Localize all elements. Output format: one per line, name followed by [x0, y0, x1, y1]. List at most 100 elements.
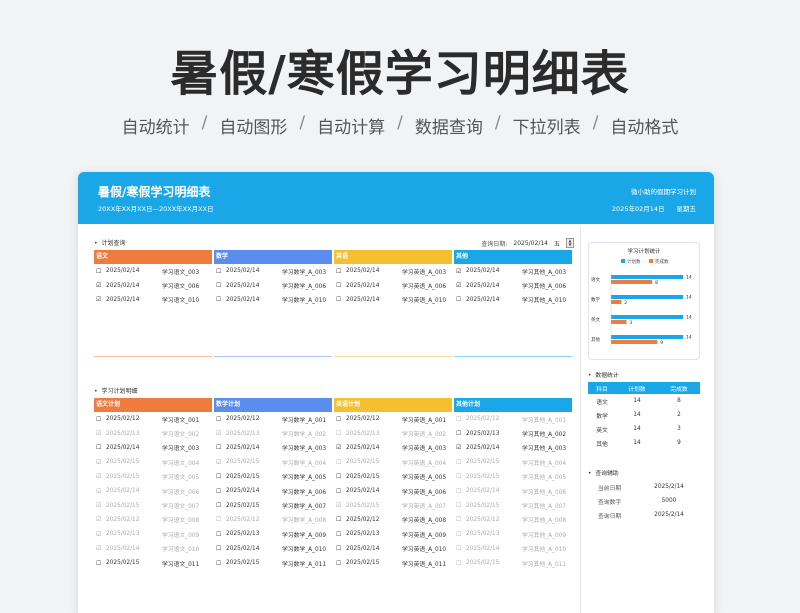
aux-value[interactable]: 5000 [638, 498, 700, 504]
task-checkbox[interactable]: ☐ [454, 459, 464, 466]
feature-separator: / [592, 113, 599, 133]
query-date-label: 查询日期: [481, 240, 508, 248]
task-checkbox[interactable]: ☐ [94, 560, 104, 567]
task-row: ☐ 2025/02/14 学习英语_A_010 [334, 293, 452, 307]
task-row: ☐ 2025/02/14 学习语文_003 [94, 441, 212, 455]
task-checkbox[interactable]: ☑ [94, 430, 104, 437]
task-date: 2025/02/14 [466, 282, 500, 289]
task-row: ☐ 2025/02/14 学习其他_A_010 [454, 293, 572, 307]
task-checkbox[interactable]: ☑ [94, 282, 104, 289]
task-name: 学习语文_003 [162, 446, 200, 453]
task-date: 2025/02/14 [106, 488, 140, 495]
task-checkbox[interactable]: ☐ [454, 545, 464, 552]
task-checkbox[interactable]: ☑ [94, 502, 104, 509]
task-checkbox[interactable]: ☑ [94, 516, 104, 523]
task-checkbox[interactable]: ☐ [94, 444, 104, 451]
task-checkbox[interactable]: ☐ [334, 268, 344, 275]
task-checkbox[interactable]: ☐ [334, 430, 344, 437]
task-checkbox[interactable]: ☐ [214, 296, 224, 303]
task-checkbox[interactable]: ☑ [334, 502, 344, 509]
task-checkbox[interactable]: ☐ [334, 488, 344, 495]
stats-header-cell: 完成数 [657, 382, 700, 394]
task-checkbox[interactable]: ☐ [214, 560, 224, 567]
task-checkbox[interactable]: ☐ [334, 516, 344, 523]
task-checkbox[interactable]: ☐ [334, 282, 344, 289]
task-checkbox[interactable]: ☐ [334, 416, 344, 423]
task-checkbox[interactable]: ☑ [94, 473, 104, 480]
task-checkbox[interactable]: ☑ [94, 545, 104, 552]
task-row: ☐ 2025/02/12 学习数学_A_001 [214, 412, 332, 426]
task-checkbox[interactable]: ☑ [94, 296, 104, 303]
task-checkbox[interactable]: ☐ [94, 268, 104, 275]
task-checkbox[interactable]: ☐ [214, 282, 224, 289]
task-checkbox[interactable]: ☑ [454, 282, 464, 289]
task-checkbox[interactable]: ☐ [334, 531, 344, 538]
task-checkbox[interactable]: ☐ [454, 416, 464, 423]
date-spinner[interactable]: ▲ ▼ [566, 238, 574, 248]
aux-value[interactable]: 2025/2/14 [638, 512, 700, 518]
task-name: 学习其他_A_007 [522, 504, 567, 511]
task-checkbox[interactable]: ☑ [454, 444, 464, 451]
task-checkbox[interactable]: ☐ [454, 430, 464, 437]
task-checkbox[interactable]: ☐ [454, 502, 464, 509]
task-date: 2025/02/13 [226, 531, 260, 538]
task-name: 学习语文_008 [162, 518, 200, 525]
task-checkbox[interactable]: ☐ [214, 444, 224, 451]
task-checkbox[interactable]: ☐ [334, 296, 344, 303]
task-name: 学习英语_A_001 [402, 417, 447, 424]
task-name: 学习其他_A_010 [522, 298, 567, 305]
task-row: ☐ 2025/02/13 学习其他_A_002 [454, 426, 572, 440]
task-checkbox[interactable]: ☐ [334, 473, 344, 480]
spreadsheet-preview: 暑假/寒假学习明细表 20XX年XX月XX日—20XX年XX月XX日 微小助的假… [78, 172, 714, 613]
task-checkbox[interactable]: ☐ [94, 416, 104, 423]
bar-done-label: 9 [660, 340, 663, 346]
plan-detail-grid: 语文计划 ☐ 2025/02/12 学习语文_001 ☑ 2025/02/13 学习语文_0… [94, 398, 574, 570]
task-checkbox[interactable]: ☐ [454, 296, 464, 303]
task-checkbox[interactable]: ☑ [94, 531, 104, 538]
task-checkbox[interactable]: ☐ [214, 516, 224, 523]
subject-column: 数学计划 ☐ 2025/02/12 学习数学_A_001 ☑ 2025/02/13 学习数学… [214, 398, 332, 570]
column-spacer [214, 307, 332, 354]
task-checkbox[interactable]: ☐ [334, 560, 344, 567]
task-date: 2025/02/15 [346, 502, 380, 509]
task-date: 2025/02/14 [466, 268, 500, 275]
task-checkbox[interactable]: ☐ [214, 545, 224, 552]
aux-row: 查询日期 2025/2/14 [588, 508, 700, 522]
task-checkbox[interactable]: ☑ [94, 459, 104, 466]
task-checkbox[interactable]: ☑ [454, 268, 464, 275]
chart-category-label: 其他 [591, 336, 600, 343]
task-checkbox[interactable]: ☐ [454, 488, 464, 495]
task-checkbox[interactable]: ☐ [214, 531, 224, 538]
task-date: 2025/02/14 [226, 282, 260, 289]
task-row: ☐ 2025/02/14 学习英语_A_010 [334, 542, 452, 556]
task-name: 学习英语_A_002 [402, 432, 447, 439]
task-checkbox[interactable]: ☐ [214, 416, 224, 423]
stats-cell: 语文 [596, 399, 608, 406]
bar-plan [611, 275, 683, 279]
chart-category-label: 数学 [591, 296, 600, 303]
subject-header: 语文 [94, 250, 212, 264]
task-checkbox[interactable]: ☐ [454, 516, 464, 523]
task-checkbox[interactable]: ☐ [214, 268, 224, 275]
task-checkbox[interactable]: ☐ [454, 531, 464, 538]
task-checkbox[interactable]: ☑ [214, 430, 224, 437]
task-checkbox[interactable]: ☐ [454, 473, 464, 480]
subject-column: 语文计划 ☐ 2025/02/12 学习语文_001 ☑ 2025/02/13 学习语文_0… [94, 398, 212, 570]
task-row: ☑ 2025/02/14 学习语文_006 [94, 484, 212, 498]
task-checkbox[interactable]: ☐ [334, 545, 344, 552]
task-row: ☑ 2025/02/14 学习语文_010 [94, 542, 212, 556]
column-spacer [454, 307, 572, 354]
task-checkbox[interactable]: ☑ [94, 488, 104, 495]
aux-value[interactable]: 2025/2/14 [638, 484, 700, 490]
task-name: 学习其他_A_002 [522, 432, 567, 439]
task-checkbox[interactable]: ☑ [214, 459, 224, 466]
task-checkbox[interactable]: ☐ [334, 459, 344, 466]
task-date: 2025/02/15 [106, 473, 140, 480]
task-checkbox[interactable]: ☐ [454, 560, 464, 567]
task-checkbox[interactable]: ☑ [334, 444, 344, 451]
query-date-value[interactable]: 2025/02/14 [513, 240, 548, 247]
task-checkbox[interactable]: ☐ [214, 473, 224, 480]
subject-column: 英语计划 ☐ 2025/02/12 学习英语_A_001 ☐ 2025/02/13 学习英语… [334, 398, 452, 570]
task-checkbox[interactable]: ☐ [214, 488, 224, 495]
task-checkbox[interactable]: ☐ [214, 502, 224, 509]
